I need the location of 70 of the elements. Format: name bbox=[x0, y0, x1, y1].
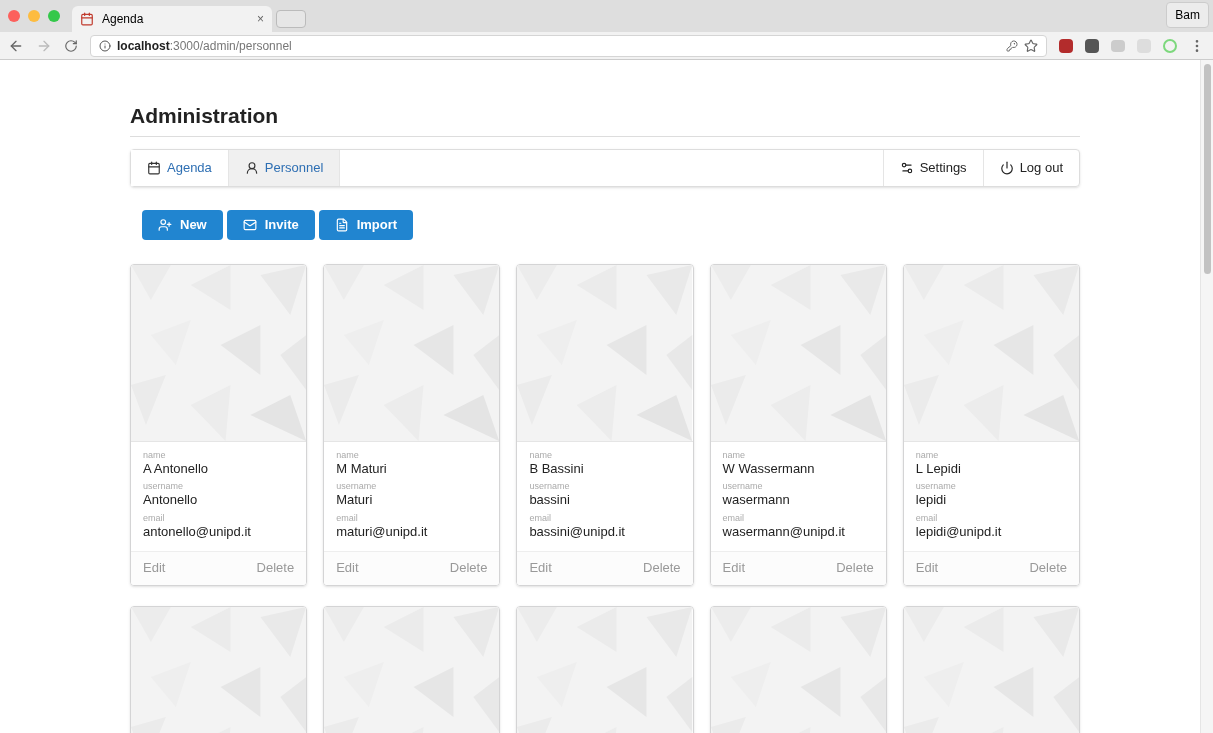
email: antonello@unipd.it bbox=[143, 523, 252, 540]
person-name: W Wassermann bbox=[722, 460, 816, 477]
person-icon bbox=[244, 160, 259, 175]
username: wasermann bbox=[722, 492, 791, 509]
delete-link[interactable]: Delete bbox=[643, 558, 681, 578]
field-label: email bbox=[336, 512, 359, 524]
field-label: name bbox=[915, 449, 940, 461]
field-label: email bbox=[722, 512, 746, 524]
field-label: name bbox=[336, 449, 360, 461]
tab-close-button[interactable]: × bbox=[257, 11, 264, 27]
person-name: A Antonello bbox=[143, 460, 210, 477]
person-name: B Bassini bbox=[529, 460, 585, 477]
email: bassini@unipd.it bbox=[529, 523, 626, 540]
email: maturi@unipd.it bbox=[336, 523, 429, 540]
field-label: email bbox=[529, 512, 552, 524]
close-window-icon[interactable] bbox=[8, 10, 20, 22]
field-label: email bbox=[915, 512, 939, 524]
bookmark-star-icon[interactable] bbox=[1024, 38, 1038, 53]
delete-link[interactable]: Delete bbox=[256, 558, 295, 578]
action-button[interactable]: New bbox=[142, 209, 223, 240]
power-icon bbox=[999, 160, 1014, 175]
username: lepidi bbox=[915, 492, 948, 509]
edit-link[interactable]: Edit bbox=[143, 558, 166, 578]
field-label: username bbox=[143, 481, 185, 493]
new-tab-button[interactable] bbox=[276, 10, 306, 28]
email: wasermann@unipd.it bbox=[722, 523, 846, 540]
field-label: username bbox=[336, 481, 378, 493]
user-plus-icon bbox=[158, 217, 172, 232]
field-label: username bbox=[529, 481, 571, 493]
nav-link[interactable]: Log out bbox=[982, 149, 1079, 186]
username: Maturi bbox=[336, 492, 374, 509]
browser-tab[interactable]: Agenda × bbox=[72, 6, 272, 32]
nav-link[interactable]: Settings bbox=[882, 149, 983, 186]
page-title: Administration bbox=[130, 100, 1080, 137]
maximize-window-icon[interactable] bbox=[48, 10, 60, 22]
nav-tab[interactable]: Personnel bbox=[228, 149, 341, 186]
edit-link[interactable]: Edit bbox=[336, 558, 359, 578]
url-text: localhost:3000/admin/personnel bbox=[117, 37, 292, 54]
minimize-window-icon[interactable] bbox=[28, 10, 40, 22]
field-label: username bbox=[915, 481, 957, 493]
nav-tab[interactable]: Agenda bbox=[131, 149, 229, 186]
username: Antonello bbox=[143, 492, 199, 509]
person-name: L Lepidi bbox=[915, 460, 962, 477]
action-button[interactable]: Import bbox=[318, 209, 414, 240]
profile-button[interactable]: Bam bbox=[1166, 2, 1209, 28]
edit-link[interactable]: Edit bbox=[722, 558, 745, 578]
action-button[interactable]: Invite bbox=[226, 209, 315, 240]
field-label: name bbox=[143, 449, 167, 461]
document-icon bbox=[334, 217, 349, 232]
person-name: M Maturi bbox=[336, 460, 388, 477]
calendar-icon bbox=[147, 160, 161, 175]
extension-icon[interactable] bbox=[1085, 38, 1099, 53]
email: lepidi@unipd.it bbox=[915, 523, 1003, 540]
field-label: username bbox=[722, 481, 764, 493]
delete-link[interactable]: Delete bbox=[1029, 558, 1067, 578]
mail-icon bbox=[242, 217, 257, 232]
tab-title: Agenda bbox=[102, 11, 145, 27]
reload-icon[interactable] bbox=[64, 38, 78, 53]
edit-link[interactable]: Edit bbox=[915, 558, 939, 578]
delete-link[interactable]: Delete bbox=[836, 558, 874, 578]
field-label: email bbox=[143, 512, 166, 524]
field-label: name bbox=[529, 449, 553, 461]
username: bassini bbox=[529, 492, 571, 509]
field-label: name bbox=[722, 449, 747, 461]
info-icon bbox=[99, 39, 111, 52]
edit-link[interactable]: Edit bbox=[529, 558, 552, 578]
key-icon[interactable] bbox=[1006, 39, 1018, 52]
delete-link[interactable]: Delete bbox=[449, 558, 488, 578]
address-bar[interactable]: localhost:3000/admin/personnel bbox=[90, 34, 1047, 57]
calendar-icon bbox=[80, 12, 94, 26]
